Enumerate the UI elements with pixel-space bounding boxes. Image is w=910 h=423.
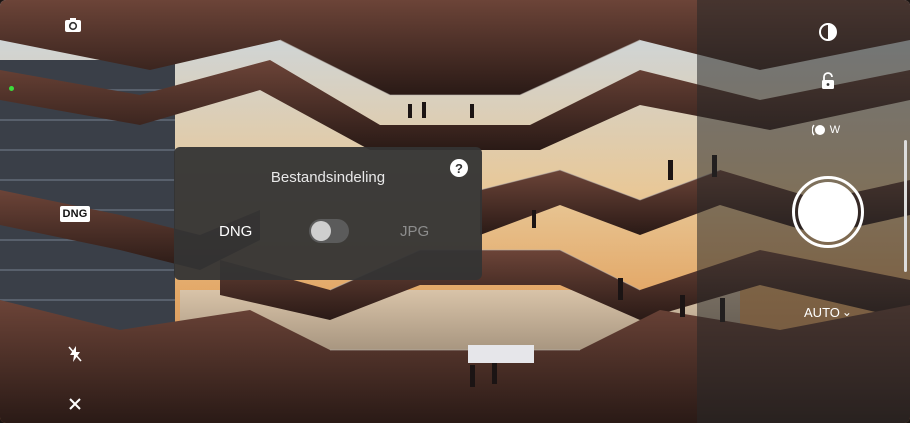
zoom-slider[interactable] (904, 140, 907, 272)
chevron-down-icon: ⌄ (841, 305, 852, 319)
auto-mode-label: AUTO (804, 304, 840, 320)
auto-mode-dropdown[interactable]: AUTO ⌄ (798, 303, 858, 321)
toggle-knob (311, 221, 331, 241)
close-icon[interactable] (64, 393, 86, 415)
lens-filter-icon[interactable] (816, 20, 840, 44)
white-balance-control[interactable]: W (808, 120, 844, 140)
flash-off-icon[interactable] (64, 343, 86, 365)
camera-viewfinder[interactable]: DNG W AUTO ⌄ Bestandsindeling ? DNG JPG (0, 0, 910, 423)
shutter-button[interactable] (792, 176, 864, 248)
file-format-dialog: Bestandsindeling ? DNG JPG (174, 147, 482, 280)
option-dng[interactable]: DNG (219, 223, 252, 240)
raw-format-badge[interactable]: DNG (60, 206, 90, 222)
status-indicator (9, 86, 14, 91)
help-icon[interactable]: ? (450, 159, 468, 177)
dialog-title: Bestandsindeling (270, 169, 386, 186)
white-balance-label: W (829, 124, 841, 136)
shutter-button-inner (798, 182, 858, 242)
switch-camera-icon[interactable] (62, 14, 84, 36)
unlock-icon[interactable] (817, 70, 839, 92)
format-toggle[interactable] (309, 219, 349, 243)
white-balance-icon (811, 124, 825, 136)
option-jpg[interactable]: JPG (400, 223, 429, 240)
